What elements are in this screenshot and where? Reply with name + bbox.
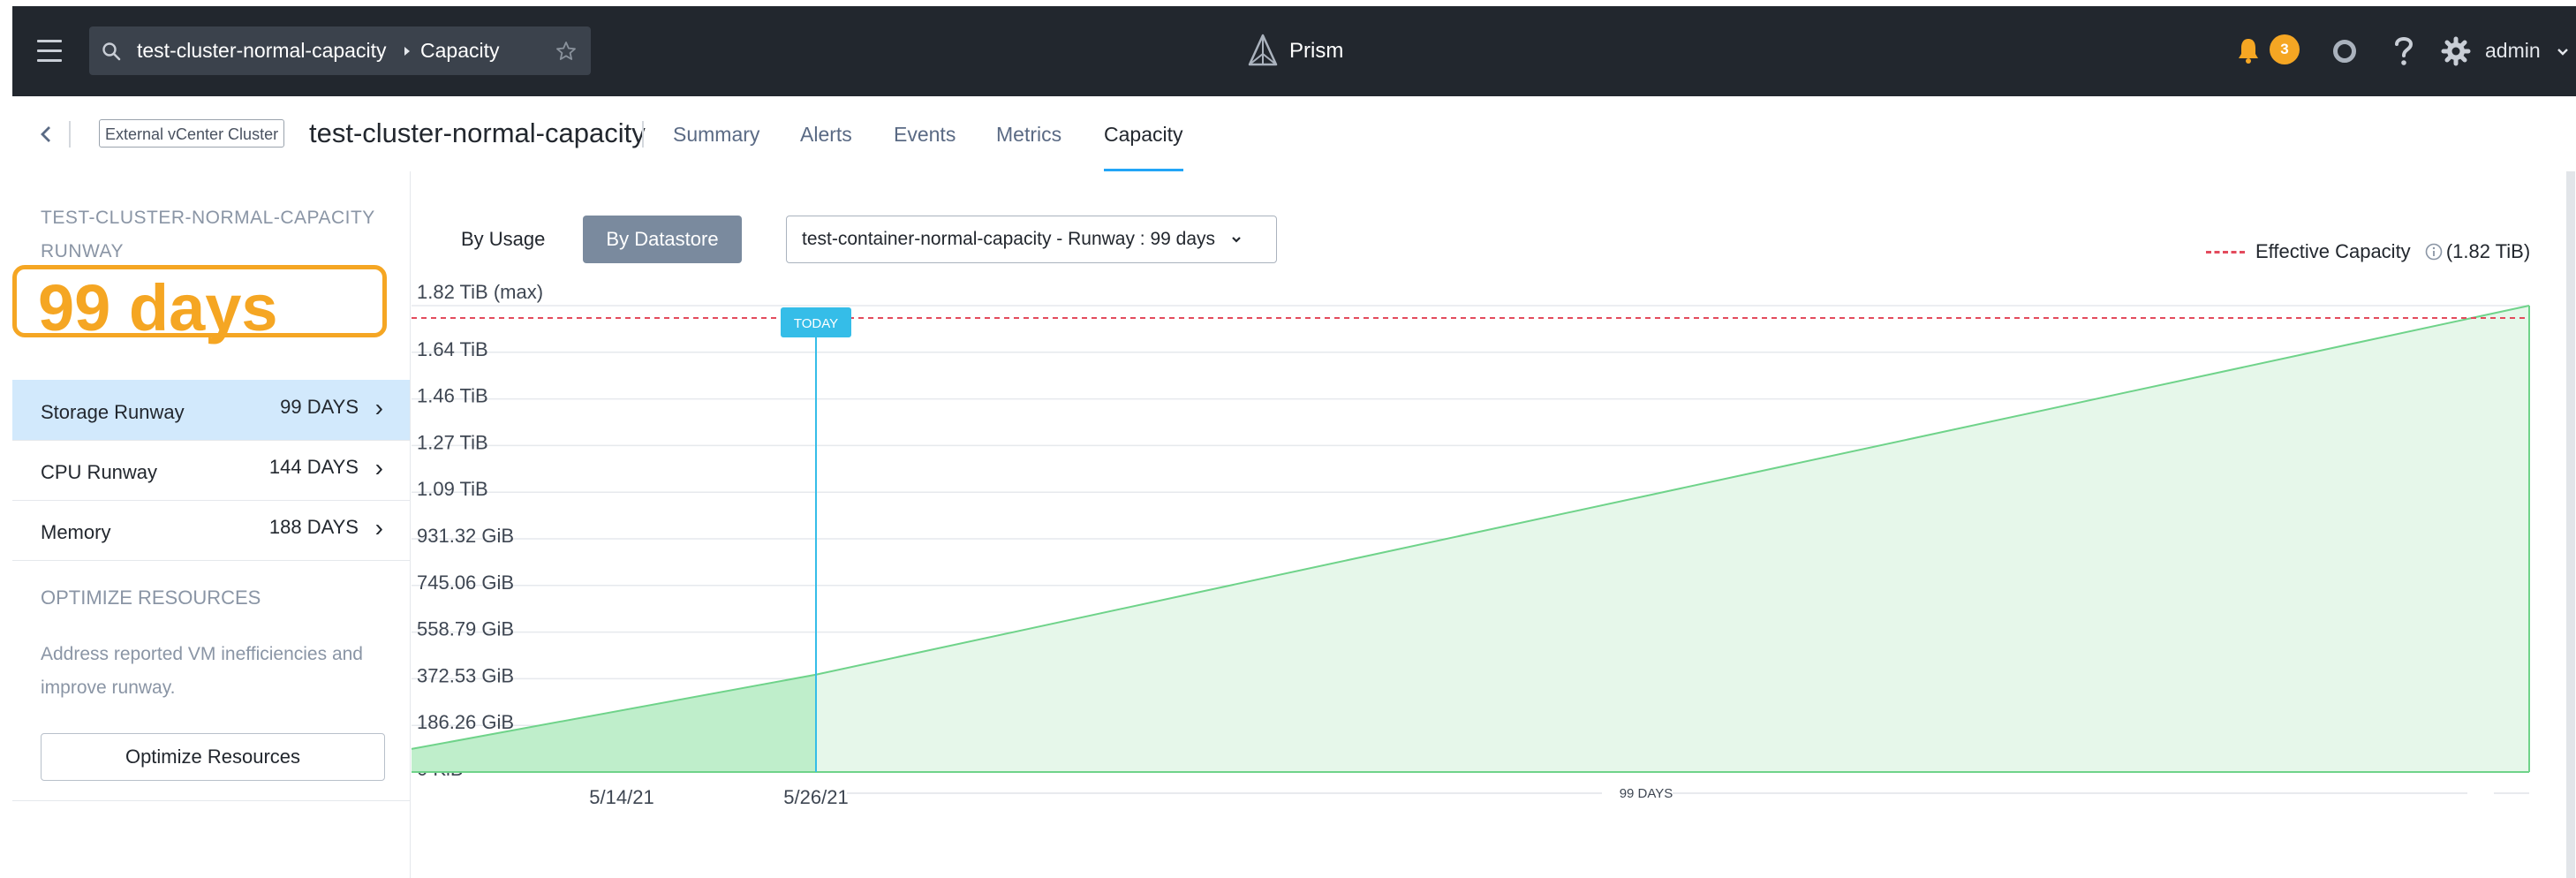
sidebar-item-cpu-runway[interactable]: CPU Runway 144 DAYS › [12, 440, 410, 500]
y-tick-label: 1.82 TiB (max) [417, 281, 543, 303]
breadcrumb-caret-icon [404, 47, 410, 56]
divider [12, 560, 410, 561]
breadcrumb-page[interactable]: Capacity [420, 26, 499, 75]
user-menu[interactable]: admin [2485, 33, 2569, 68]
sidebar-item-value: 144 DAYS [268, 456, 359, 478]
x-tick-label: 5/26/21 [783, 786, 848, 808]
tab-metrics[interactable]: Metrics [996, 123, 1061, 147]
chevron-down-icon [2557, 49, 2568, 56]
back-chevron-icon[interactable] [39, 125, 53, 144]
optimize-description: Address reported VM inefficiencies and i… [41, 644, 363, 698]
help-icon[interactable] [2393, 34, 2414, 68]
runway-sidebar: TEST-CLUSTER-NORMAL-CAPACITY RUNWAY 99 d… [12, 171, 410, 878]
bell-icon[interactable] [2236, 36, 2261, 64]
sidebar-item-storage-runway[interactable]: Storage Runway 99 DAYS › [12, 380, 410, 440]
runway-duration-label: 99 DAYS [1620, 786, 1673, 801]
breadcrumb-cluster[interactable]: test-cluster-normal-capacity [137, 26, 386, 75]
title-divider [642, 121, 644, 148]
y-tick-label: 1.09 TiB [417, 478, 488, 500]
x-tick-label: 5/14/21 [589, 786, 653, 808]
tab-summary[interactable]: Summary [673, 123, 759, 147]
runway-value: 99 days [38, 271, 278, 344]
y-tick-label: 558.79 GiB [417, 618, 514, 640]
today-label: TODAY [794, 316, 838, 331]
chevron-right-icon: › [374, 514, 383, 541]
y-tick-label: 1.64 TiB [417, 338, 488, 360]
cluster-title: test-cluster-normal-capacity [309, 117, 646, 148]
app-name: Prism [1289, 39, 1344, 63]
y-tick-label: 745.06 GiB [417, 571, 514, 594]
settings-gear-icon[interactable] [2441, 36, 2471, 66]
entity-type-badge: External vCenter Cluster [99, 119, 285, 148]
y-tick-label: 931.32 GiB [417, 525, 514, 547]
chevron-right-icon: › [374, 454, 383, 481]
user-name: admin [2485, 39, 2541, 62]
tab-events[interactable]: Events [894, 123, 956, 147]
optimize-heading: OPTIMIZE RESOURCES [41, 587, 261, 609]
entity-header: External vCenter Cluster test-cluster-no… [0, 96, 2576, 171]
capacity-runway-chart: 0 KiB186.26 GiB372.53 GiB558.79 GiB745.0… [411, 171, 2575, 878]
sidebar-item-value: 99 DAYS [280, 396, 359, 418]
hamburger-menu-icon[interactable] [37, 36, 64, 66]
y-tick-label: 1.27 TiB [417, 431, 488, 453]
sidebar-item-label: Storage Runway [41, 401, 185, 423]
sidebar-item-memory[interactable]: Memory 188 DAYS › [12, 500, 410, 560]
capacity-panel: By Usage By Datastore test-container-nor… [410, 171, 2576, 878]
runway-heading: TEST-CLUSTER-NORMAL-CAPACITY RUNWAY [41, 208, 375, 261]
scrollbar-track [2566, 171, 2575, 878]
search-icon [102, 42, 121, 61]
prism-logo-icon [1248, 34, 1278, 66]
optimize-resources-button[interactable]: Optimize Resources [41, 733, 385, 781]
sidebar-item-label: Memory [41, 521, 111, 543]
header-divider [69, 121, 71, 148]
tasks-ring-icon[interactable] [2331, 38, 2358, 64]
y-tick-label: 372.53 GiB [417, 664, 514, 686]
tab-alerts[interactable]: Alerts [800, 123, 852, 147]
y-tick-label: 1.46 TiB [417, 385, 488, 407]
search-bar[interactable]: test-cluster-normal-capacity Capacity [89, 26, 591, 75]
top-navigation-bar: test-cluster-normal-capacity Capacity Pr… [12, 6, 2576, 96]
tab-capacity[interactable]: Capacity [1104, 123, 1182, 147]
sidebar-item-label: CPU Runway [41, 461, 158, 483]
sidebar-item-value: 188 DAYS [268, 516, 359, 538]
y-tick-label: 186.26 GiB [417, 711, 514, 733]
star-icon[interactable] [555, 41, 577, 62]
notification-count-badge[interactable]: 3 [2270, 34, 2300, 64]
chevron-right-icon: › [374, 394, 383, 421]
divider [12, 800, 410, 801]
